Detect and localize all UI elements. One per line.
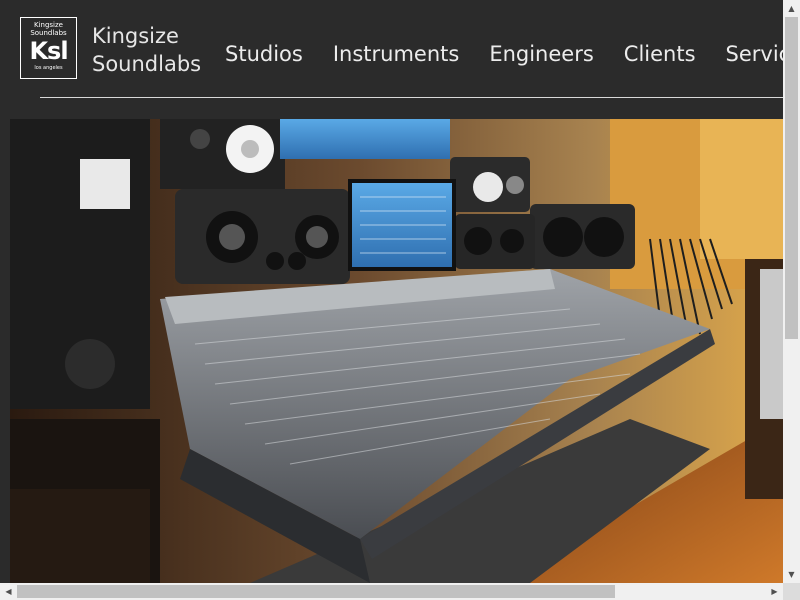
nav-studios[interactable]: Studios — [225, 42, 303, 66]
nav-instruments[interactable]: Instruments — [333, 42, 459, 66]
brand-name-line2: Soundlabs — [92, 52, 202, 76]
logo-mark: Ksl — [29, 37, 68, 65]
page: Kingsize Soundlabs Ksl los angeles Kings… — [0, 0, 783, 583]
scroll-left-icon[interactable]: ◀ — [0, 583, 17, 600]
logo-bottom-text: los angeles — [34, 65, 63, 71]
main-nav: Studios Instruments Engineers Clients Servic… — [225, 42, 783, 66]
scroll-down-icon[interactable]: ▼ — [783, 566, 800, 583]
scroll-right-icon[interactable]: ▶ — [766, 583, 783, 600]
header-divider — [40, 97, 783, 98]
brand-name[interactable]: Kingsize Soundlabs — [92, 22, 201, 78]
scroll-up-icon[interactable]: ▲ — [783, 0, 800, 17]
logo-top-text: Kingsize Soundlabs — [30, 21, 67, 37]
nav-clients[interactable]: Clients — [624, 42, 696, 66]
horizontal-scrollbar[interactable]: ◀ ▶ — [0, 583, 783, 600]
scrollbar-corner — [783, 583, 800, 600]
nav-engineers[interactable]: Engineers — [489, 42, 593, 66]
hero-image — [10, 119, 783, 583]
studio-console-photo-icon — [10, 119, 783, 583]
horizontal-scroll-thumb[interactable] — [17, 585, 615, 598]
vertical-scrollbar[interactable]: ▲ ▼ — [783, 0, 800, 583]
logo[interactable]: Kingsize Soundlabs Ksl los angeles — [20, 17, 77, 79]
brand-name-line1: Kingsize — [92, 24, 179, 48]
vertical-scroll-thumb[interactable] — [785, 17, 798, 339]
nav-services[interactable]: Services — [726, 42, 783, 66]
